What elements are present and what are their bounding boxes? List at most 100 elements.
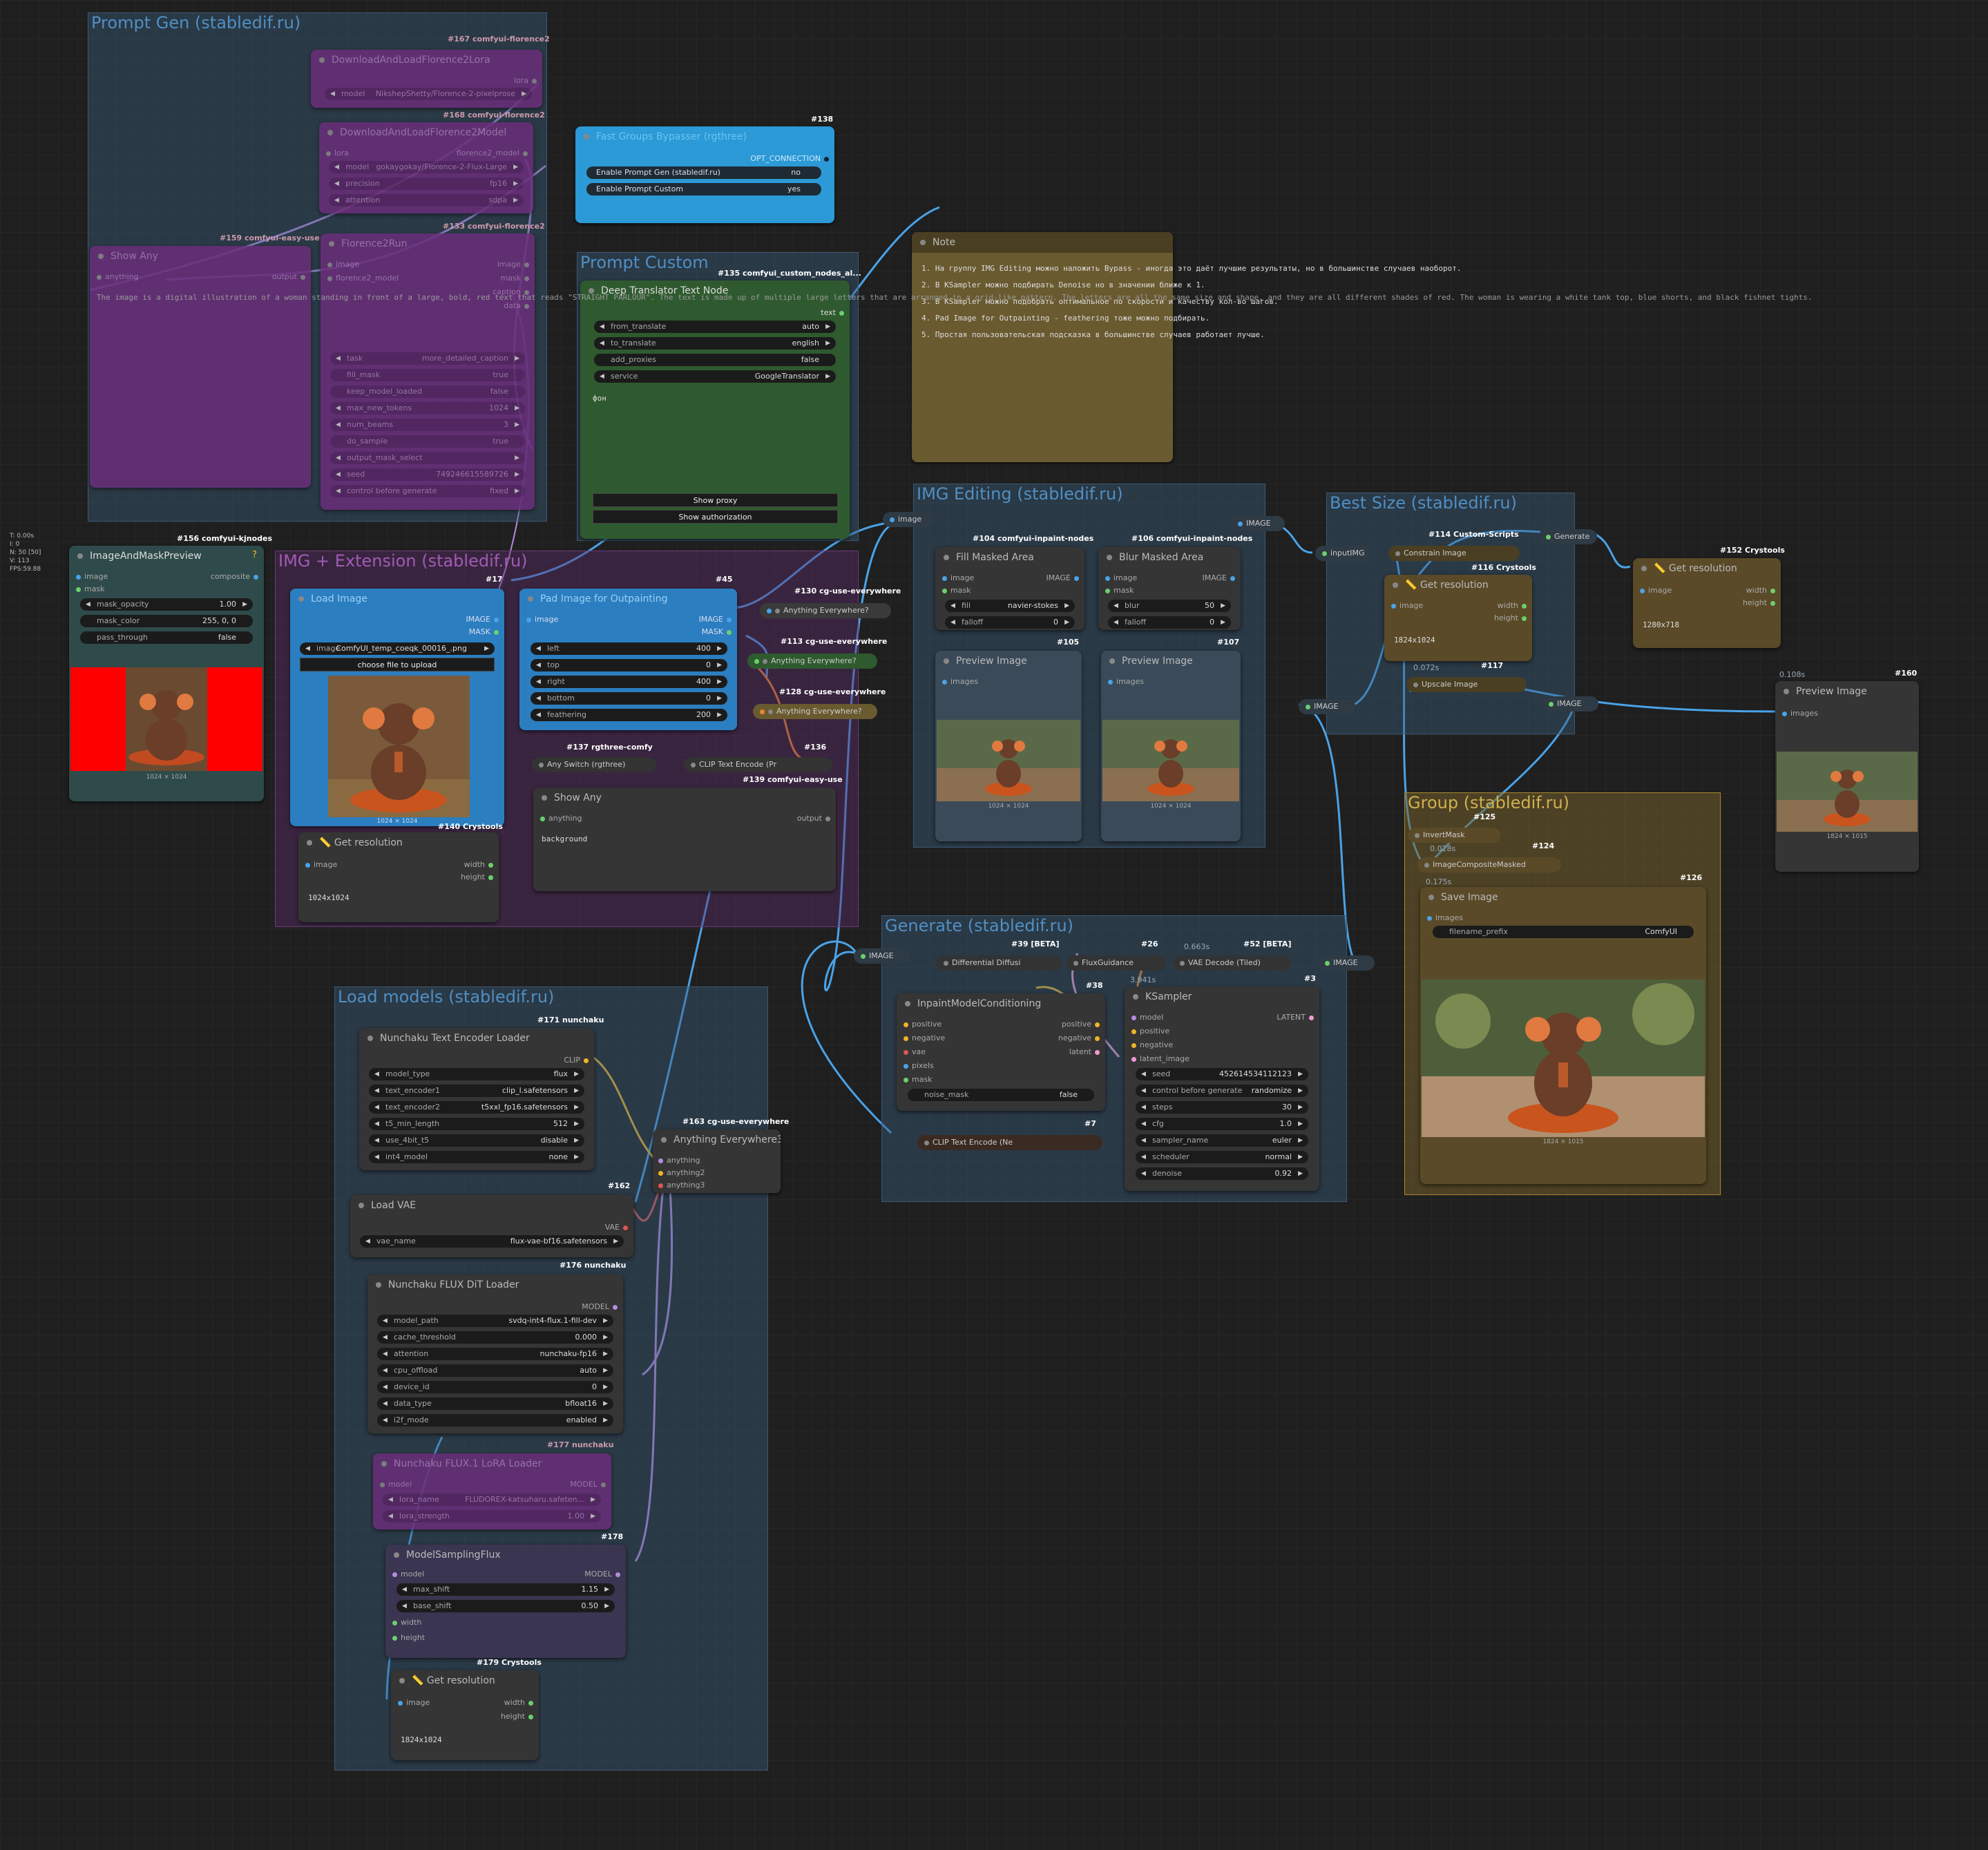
port-florence2-out[interactable]: florence2_model [457,149,528,158]
port-mask-in[interactable]: mask [76,584,105,593]
widget-pass-through[interactable]: pass_through false [80,631,253,644]
widget-control-before-generate[interactable]: control before generatefixed [330,485,525,497]
widget-precision[interactable]: precisionfp16 [329,178,524,190]
widget-fill-mask[interactable]: fill_mask true [330,369,525,381]
node-load-florence-model[interactable]: DownloadAndLoadFlorence2Model lora flore… [319,122,533,213]
port-anything-in[interactable]: anything [97,272,139,281]
widget-device-id[interactable]: device_id0 [377,1381,613,1393]
port-image-in[interactable]: image [1105,573,1137,582]
reroute-image-in[interactable]: IMAGE [854,948,910,964]
widget-keep-model-loaded[interactable]: keep_model_loaded false [330,385,525,398]
widget-use-4bit-t5[interactable]: use_4bit_t5disable [369,1134,584,1147]
port-model-out[interactable]: MODEL [570,1480,606,1489]
node-any-switch[interactable]: Any Switch (rgthree) [532,757,656,772]
node-get-resolution-116[interactable]: 📏 Get resolution image width height 1824… [1384,575,1532,661]
node-get-resolution-179[interactable]: 📏 Get resolution image width height 1824… [391,1670,539,1760]
port-anything-in[interactable]: anything [540,814,582,823]
node-florence2-run[interactable]: Florence2Run image florence2_model image… [321,233,535,510]
node-nunchaku-text-encoder-loader[interactable]: Nunchaku Text Encoder Loader CLIP model_… [359,1028,594,1170]
widget-service[interactable]: serviceGoogleTranslator [594,370,836,383]
port-pixels-in[interactable]: pixels [904,1061,934,1070]
port-image-in[interactable]: image [1391,601,1423,610]
port-negative-in[interactable]: negative [1131,1040,1173,1049]
port-florence2-in[interactable]: florence2_model [327,274,399,283]
reroute-image-right[interactable]: IMAGE [1542,696,1598,712]
port-lora-in[interactable]: lora [326,149,349,158]
node-show-any-caption[interactable]: Show Any anything output [90,246,311,488]
port-image-out[interactable]: IMAGE [698,615,732,624]
widget-attention[interactable]: attentionsdpa [329,194,524,207]
node-fill-masked-area[interactable]: Fill Masked Area image mask IMAGE fillna… [935,547,1084,630]
node-get-resolution-152[interactable]: 📏 Get resolution image width height 1280… [1633,558,1781,648]
port-positive-out[interactable]: positive [1062,1020,1100,1029]
node-vae-decode-tiled[interactable]: VAE Decode (Tiled) [1173,955,1290,971]
port-images-in[interactable]: images [1427,913,1463,922]
widget-noise-mask[interactable]: noise_mask false [908,1089,1094,1101]
port-latent-out[interactable]: LATENT [1277,1013,1314,1022]
widget-text-encoder1[interactable]: text_encoder1clip_l.safetensors [369,1085,584,1097]
node-show-any-translation[interactable]: Show Any anything output background [533,788,836,891]
widget-cpu-offload[interactable]: cpu_offloadauto [377,1364,613,1377]
node-anything-everywhere-113[interactable]: Anything Everywhere? [747,654,877,669]
node-image-composite-masked[interactable]: ImageCompositeMasked [1417,857,1561,872]
widget-seed[interactable]: seed452614534112123 [1136,1068,1308,1080]
port-latent-image-in[interactable]: latent_image [1131,1054,1189,1063]
port-anything2-in[interactable]: anything2 [658,1168,705,1177]
port-image-in[interactable]: image [942,573,974,582]
port-model-in[interactable]: model [392,1570,424,1579]
port-image-in[interactable]: image [526,615,558,624]
widget-base-shift[interactable]: base_shift0.50 [396,1600,615,1612]
widget-steps[interactable]: steps30 [1136,1101,1308,1114]
show-authorization-button[interactable]: Show authorization [593,510,838,524]
port-model-out[interactable]: MODEL [582,1302,618,1311]
node-flux-guidance[interactable]: FluxGuidance [1067,955,1167,971]
port-opt-connection[interactable]: OPT_CONNECTION [750,154,829,163]
node-nunchaku-flux-dit-loader[interactable]: Nunchaku FLUX DiT Loader MODEL model_pat… [367,1275,623,1433]
widget-model[interactable]: modelNikshepShetty/Florence-2-pixelprose [325,88,532,100]
port-vae-in[interactable]: vae [904,1047,926,1056]
widget-seed[interactable]: seed749246615589726 [330,468,525,481]
widget-feathering[interactable]: feathering200 [531,709,727,721]
port-height-out[interactable]: height [1494,613,1527,622]
toggle-prompt-gen[interactable]: Enable Prompt Gen (stabledif.ru) no [586,166,821,179]
port-height-out[interactable]: height [1743,598,1775,607]
widget-falloff[interactable]: falloff0 [945,616,1075,629]
port-lora-out[interactable]: lora [514,76,537,85]
node-load-image[interactable]: Load Image IMAGE MASK imageComfyUI_temp_… [290,589,504,826]
node-clip-text-encode-negative[interactable]: CLIP Text Encode (Ne [917,1135,1102,1150]
widget-i2f-mode[interactable]: i2f_modeenabled [377,1414,613,1427]
widget-task[interactable]: taskmore_detailed_caption [330,352,525,365]
port-latent-out[interactable]: latent [1069,1047,1100,1056]
node-preview-image-160[interactable]: Preview Image images 1824 × 1015 [1775,681,1919,872]
widget-model-type[interactable]: model_typeflux [369,1068,584,1080]
port-width-in[interactable]: width [392,1618,421,1627]
node-load-vae[interactable]: Load VAE VAE vae_nameflux-vae-bf16.safet… [350,1195,633,1257]
port-height-in[interactable]: height [392,1633,425,1642]
node-note[interactable]: Note 1. На группу IMG Editing можно нало… [912,232,1461,462]
widget-bottom[interactable]: bottom0 [531,692,727,705]
widget-cache-threshold[interactable]: cache_threshold0.000 [377,1331,613,1344]
port-mask-out[interactable]: MASK [702,627,732,636]
port-model-in[interactable]: model [380,1480,412,1489]
reroute-image-left[interactable]: IMAGE [1299,699,1355,714]
port-image-in[interactable]: image [305,860,337,869]
port-images-in[interactable]: images [1108,677,1144,686]
port-anything-in[interactable]: anything [658,1156,700,1165]
widget-top[interactable]: top0 [531,659,727,671]
port-text-out[interactable]: text [821,308,844,317]
port-negative-in[interactable]: negative [904,1033,945,1042]
node-preview-image-107[interactable]: Preview Image images 1024 × 1024 [1101,651,1241,841]
widget-scheduler[interactable]: schedulernormal [1136,1151,1308,1163]
node-constrain-image[interactable]: Constrain Image [1388,546,1520,561]
node-get-resolution-140[interactable]: 📏 Get resolution image width height 1024… [298,832,499,922]
widget-int4-model[interactable]: int4_modelnone [369,1151,584,1163]
widget-lora-name[interactable]: lora_nameFLUDOREX-katsuharu.safeten... [383,1494,601,1506]
widget-to-translate[interactable]: to_translateenglish [594,337,836,350]
help-icon[interactable]: ? [252,550,257,560]
widget-output-mask-select[interactable]: output_mask_select [330,452,525,464]
port-anything3-in[interactable]: anything3 [658,1181,705,1190]
node-anything-everywhere-128[interactable]: Anything Everywhere? [753,704,877,719]
widget-left[interactable]: left400 [531,642,727,655]
node-load-florence-lora[interactable]: DownloadAndLoadFlorence2Lora lora modelN… [311,50,542,108]
widget-control-before-generate[interactable]: control before generaterandomize [1136,1085,1308,1097]
